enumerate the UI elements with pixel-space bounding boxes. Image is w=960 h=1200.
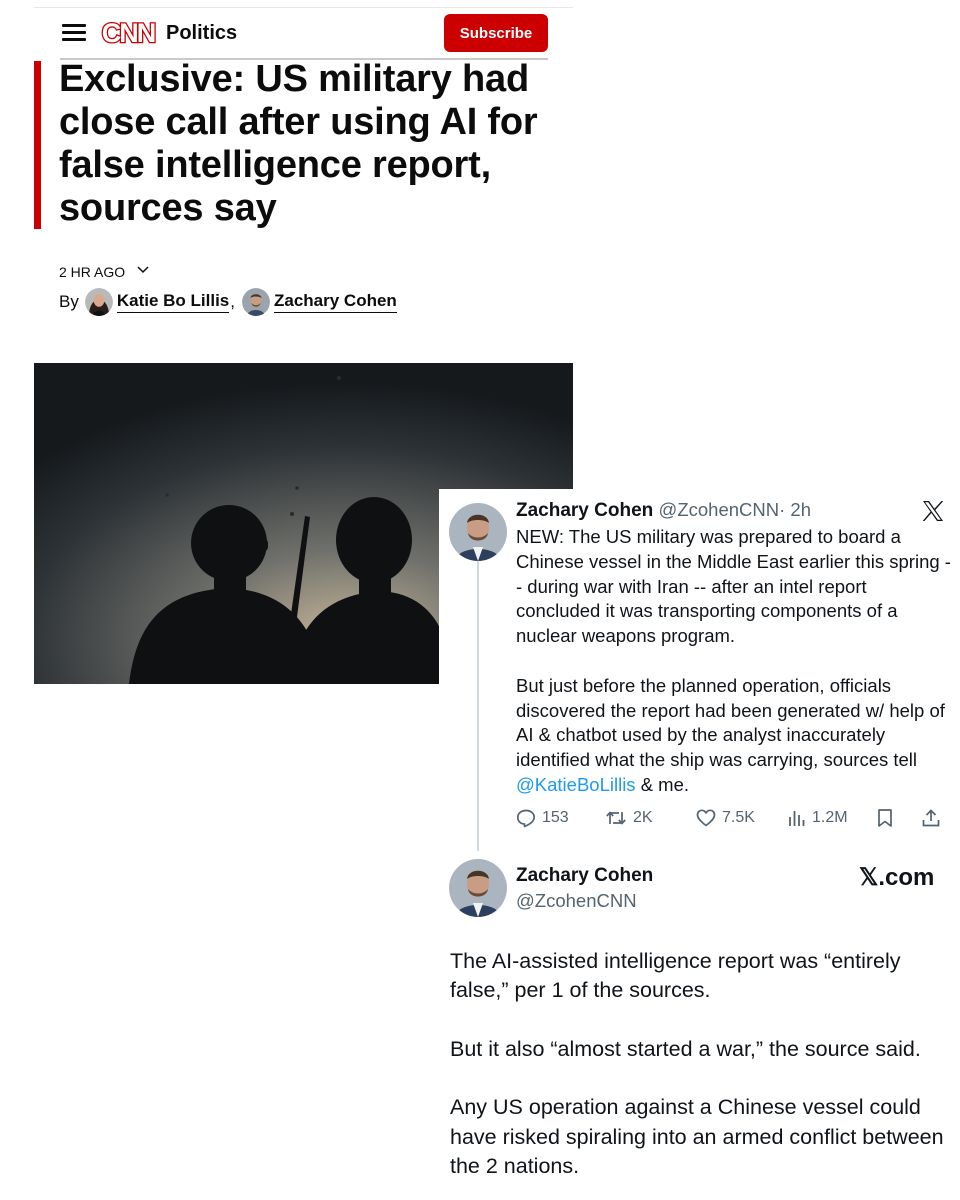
tweet-card: Zachary Cohen @ZcohenCNN· 2h NEW: The US… (439, 489, 960, 1200)
tweet-paragraph-text: But just before the planned operation, o… (516, 674, 945, 771)
chevron-down-icon[interactable] (136, 262, 150, 276)
source-label: 𝕏.com (859, 864, 935, 891)
headline-accent-bar (34, 61, 41, 229)
section-title[interactable]: Politics (166, 22, 237, 45)
reply-text: The AI-assisted intelligence report was … (450, 947, 945, 1181)
menu-icon[interactable] (62, 22, 86, 42)
bookmark-button[interactable] (877, 805, 899, 831)
share-button[interactable] (921, 805, 947, 831)
tweet-paragraph-text: & me. (635, 773, 690, 795)
tweet-author-handle[interactable]: @ZcohenCNN (659, 499, 780, 520)
reply-icon (516, 809, 536, 828)
tweet-text: NEW: The US military was prepared to boa… (516, 525, 956, 798)
author-avatar (84, 288, 113, 316)
byline-separator: , (230, 292, 235, 311)
reply-avatar[interactable] (449, 859, 507, 917)
mention-link[interactable]: @KatieBoLillis (516, 774, 636, 795)
tweet-paragraph: NEW: The US military was prepared to boa… (516, 526, 951, 647)
author-katie-bo-lillis[interactable]: Katie Bo Lillis (84, 288, 230, 316)
cnn-logo[interactable]: CNN (98, 18, 158, 48)
tweet-author-name[interactable]: Zachary Cohen (516, 500, 653, 521)
author-name: Zachary Cohen (274, 291, 397, 313)
like-button[interactable]: 7.5K (696, 805, 755, 831)
view-count: 1.2M (812, 809, 848, 826)
bookmark-icon (878, 809, 892, 827)
reply-author-name[interactable]: Zachary Cohen (516, 865, 653, 887)
article-headline: Exclusive: US military had close call af… (59, 58, 538, 229)
tweet-time[interactable]: · 2h (779, 499, 811, 520)
tweet-avatar[interactable] (449, 503, 507, 561)
repost-button[interactable]: 2K (605, 805, 653, 831)
tweet-actions: 153 2K 7.5K 1.2M (516, 805, 946, 831)
reply-paragraph: Any US operation against a Chinese vesse… (450, 1095, 944, 1179)
reply-button[interactable]: 153 (516, 805, 569, 831)
share-icon (922, 809, 940, 827)
views-button[interactable]: 1.2M (788, 805, 848, 831)
byline-prefix: By (59, 292, 79, 311)
reply-count: 153 (542, 809, 569, 826)
repost-icon (606, 811, 626, 825)
reply-paragraph: The AI-assisted intelligence report was … (450, 949, 901, 1003)
author-avatar (242, 288, 270, 316)
author-zachary-cohen[interactable]: Zachary Cohen (242, 288, 397, 316)
tweet-paragraph: But just before the planned operation, o… (516, 674, 956, 798)
byline: By Katie Bo Lillis , Zachary Cohen (59, 287, 397, 317)
repost-count: 2K (633, 809, 653, 826)
like-count: 7.5K (722, 809, 755, 826)
top-divider (34, 7, 573, 8)
article-timestamp: 2 HR AGO (59, 264, 126, 280)
x-logo-icon (922, 501, 944, 521)
tweet-header: Zachary Cohen @ZcohenCNN· 2h (516, 499, 811, 522)
author-name: Katie Bo Lillis (116, 291, 230, 313)
subscribe-button[interactable]: Subscribe (444, 14, 548, 52)
thread-line (477, 561, 479, 851)
reply-paragraph: But it also “almost started a war,” the … (450, 1036, 921, 1061)
views-icon (789, 811, 805, 826)
svg-text:CNN: CNN (102, 18, 155, 48)
reply-author-handle[interactable]: @ZcohenCNN (516, 890, 637, 912)
heart-icon (696, 809, 716, 827)
